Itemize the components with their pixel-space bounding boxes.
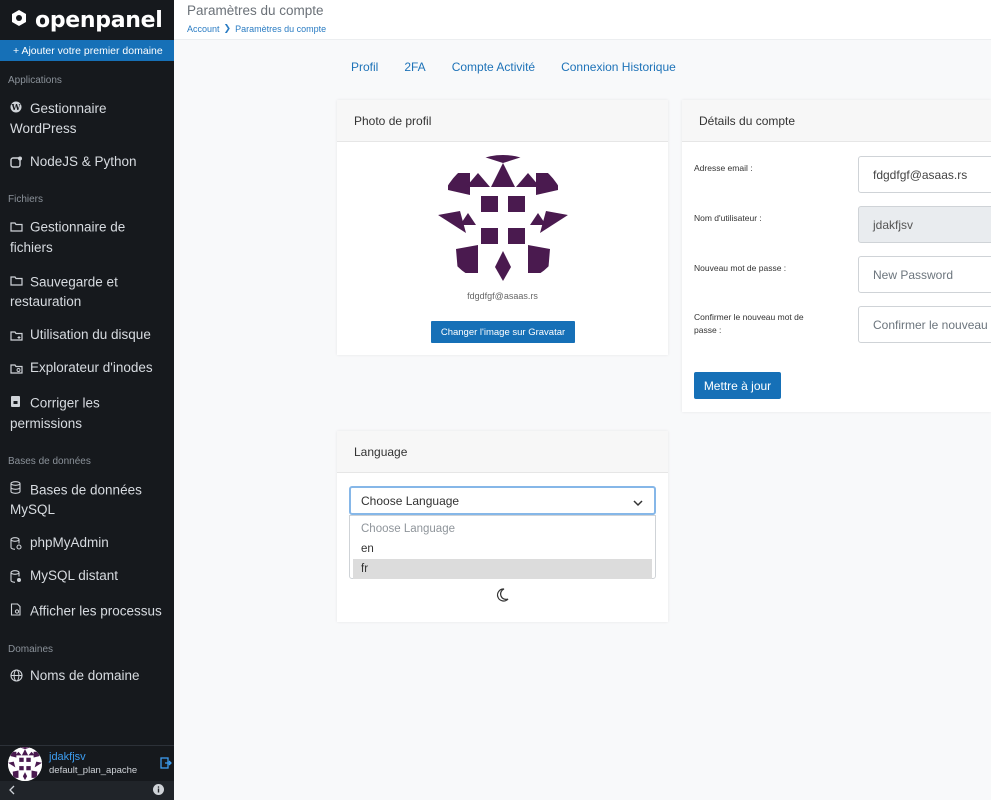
sidebar-item-label: phpMyAdmin — [30, 535, 109, 550]
page-title: Paramètres du compte — [187, 3, 324, 18]
breadcrumb-current[interactable]: Paramètres du compte — [235, 24, 326, 34]
avatar — [8, 746, 42, 781]
language-dropdown: Choose Language en fr — [349, 515, 656, 579]
moon-icon[interactable] — [494, 587, 510, 608]
sidebar-item-nodejs[interactable]: NodeJS & Python — [0, 147, 174, 180]
svg-text:W: W — [11, 102, 22, 112]
email-field[interactable]: fdgdfgf@asaas.rs — [858, 156, 991, 193]
sidebar-item-file-manager[interactable]: Gestionnaire de fichiers — [0, 211, 174, 266]
user-box[interactable]: jdakfjsv default_plan_apache — [0, 745, 174, 781]
sidebar-item-mysql[interactable]: Bases de données MySQL — [0, 473, 174, 529]
card-title: Détails du compte — [682, 100, 991, 142]
sidebar: openpanel + Ajouter votre premier domain… — [0, 0, 174, 800]
sidebar-item-processes[interactable]: Afficher les processus — [0, 594, 174, 630]
profile-photo-card: Photo de profil fdgdfgf@asaas.rs Changer… — [337, 100, 668, 355]
sidebar-item-disk-usage[interactable]: Utilisation du disque — [0, 320, 174, 353]
section-applications: Applications — [8, 75, 62, 86]
chevron-down-icon — [633, 496, 643, 510]
node-icon — [10, 152, 23, 172]
sidebar-item-label: Explorateur d'inodes — [30, 360, 153, 375]
brand-name: openpanel — [35, 7, 163, 33]
openpanel-logo-icon — [10, 9, 28, 32]
sidebar-item-label: Noms de domaine — [30, 667, 140, 683]
account-details-card: Détails du compte Adresse email : fdgdfg… — [682, 100, 991, 412]
sidebar-item-label: Gestionnaire de fichiers — [10, 219, 126, 255]
language-option[interactable]: en — [353, 539, 652, 559]
section-domains: Domaines — [8, 643, 54, 655]
language-select[interactable]: Choose Language — [349, 486, 656, 515]
language-card: Language Choose Language Choose Language… — [337, 431, 668, 622]
wordpress-icon: W — [10, 97, 23, 117]
sidebar-item-permissions[interactable]: Corriger les permissions — [0, 386, 174, 442]
sidebar-item-inodes[interactable]: Explorateur d'inodes — [0, 353, 174, 386]
language-option[interactable]: Choose Language — [353, 519, 652, 539]
card-title: Photo de profil — [337, 100, 668, 142]
sidebar-item-label: Afficher les processus — [30, 603, 162, 619]
info-icon[interactable] — [153, 782, 164, 800]
collapse-sidebar-icon[interactable] — [8, 782, 16, 800]
username-field: jdakfjsv — [858, 206, 991, 243]
confirm-password-field[interactable]: Confirmer le nouveau mot de passe — [858, 306, 991, 343]
sidebar-item-remote-mysql[interactable]: MySQL distant — [0, 561, 174, 594]
search-folder-icon — [10, 358, 23, 378]
logo[interactable]: openpanel — [0, 0, 174, 40]
sidebar-item-label: NodeJS & Python — [30, 154, 137, 169]
tab-login-history[interactable]: Connexion Historique — [561, 60, 676, 74]
card-title: Language — [337, 431, 668, 473]
account-tabs: Profil 2FA Compte Activité Connexion His… — [351, 60, 676, 74]
breadcrumb-separator-icon: ❯ — [223, 23, 232, 33]
tab-2fa[interactable]: 2FA — [404, 60, 425, 74]
language-select-value: Choose Language — [361, 493, 460, 508]
backup-folder-icon — [10, 271, 23, 291]
username-link[interactable]: jdakfjsv — [49, 751, 137, 763]
sidebar-item-label: MySQL distant — [30, 568, 119, 583]
update-button[interactable]: Mettre à jour — [694, 372, 781, 399]
sidebar-item-label: Corriger les permissions — [10, 395, 100, 431]
username-label: Nom d'utilisateur : — [694, 213, 762, 223]
database-gear-icon — [10, 533, 23, 553]
profile-avatar — [438, 155, 568, 285]
email-label: Adresse email : — [694, 163, 753, 173]
page-header: Paramètres du compte Account ❯ Paramètre… — [174, 0, 991, 40]
breadcrumb: Account ❯ Paramètres du compte — [187, 23, 326, 34]
tab-activity[interactable]: Compte Activité — [452, 60, 535, 74]
disk-folder-icon — [10, 325, 23, 345]
sidebar-item-phpmyadmin[interactable]: phpMyAdmin — [0, 528, 174, 561]
sidebar-item-label: Utilisation du disque — [30, 327, 151, 342]
section-files: Fichiers — [8, 194, 44, 205]
add-domain-button[interactable]: + Ajouter votre premier domaine — [0, 40, 174, 61]
section-databases: Bases de données — [8, 455, 91, 467]
breadcrumb-account[interactable]: Account — [187, 24, 220, 34]
file-search-icon — [10, 599, 23, 619]
profile-email: fdgdfgf@asaas.rs — [467, 291, 538, 301]
database-remote-icon — [10, 566, 23, 586]
sidebar-item-label: Gestionnaire WordPress — [10, 101, 107, 136]
folder-icon — [10, 216, 23, 236]
logout-icon[interactable] — [160, 756, 172, 774]
sidebar-item-backup[interactable]: Sauvegarde et restauration — [0, 266, 174, 321]
sidebar-item-domain-names[interactable]: Noms de domaine — [0, 661, 174, 694]
confirm-password-label: Confirmer le nouveau mot de passe : — [694, 312, 804, 335]
language-option[interactable]: fr — [353, 559, 652, 579]
database-icon — [10, 478, 23, 498]
file-lock-icon — [10, 391, 23, 411]
tab-profil[interactable]: Profil — [351, 60, 378, 74]
sidebar-footer — [0, 781, 174, 800]
sidebar-item-label: Bases de données MySQL — [10, 482, 142, 517]
user-plan: default_plan_apache — [49, 765, 138, 776]
new-password-field[interactable]: New Password — [858, 256, 991, 293]
sidebar-item-label: Sauvegarde et restauration — [10, 274, 118, 309]
globe-icon — [10, 666, 23, 686]
change-gravatar-button[interactable]: Changer l'image sur Gravatar — [431, 321, 575, 343]
sidebar-item-wordpress[interactable]: W Gestionnaire WordPress — [0, 92, 174, 147]
new-password-label: Nouveau mot de passe : — [694, 263, 787, 273]
